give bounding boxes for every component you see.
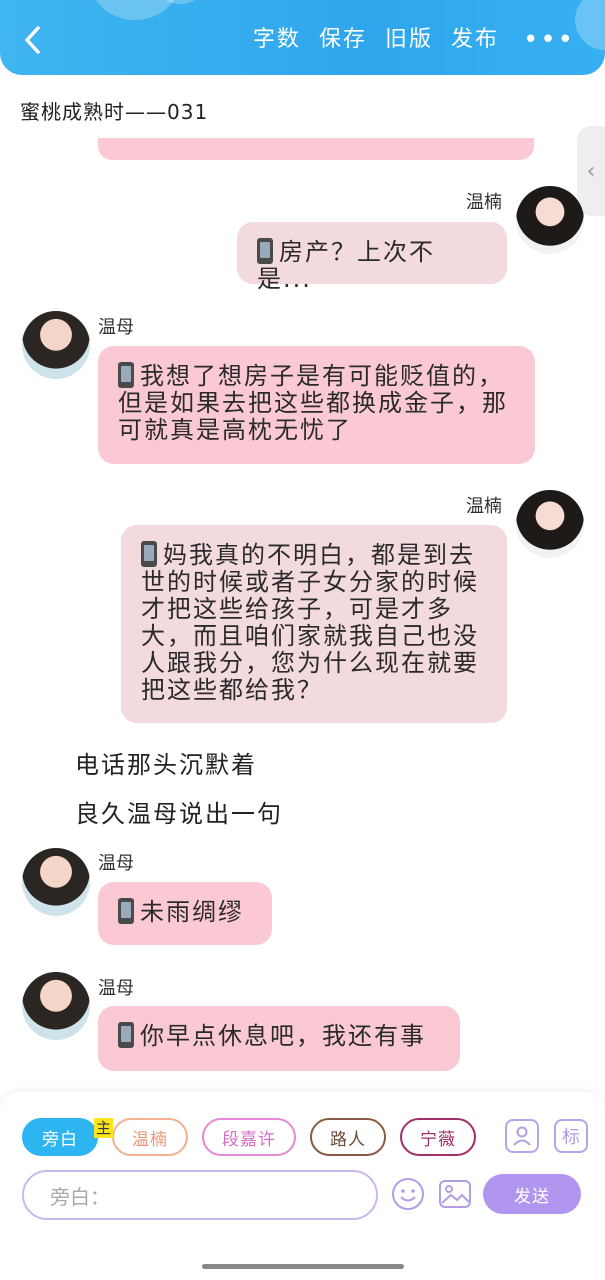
message-text: 房产？上次不是... (257, 238, 435, 293)
save-button[interactable]: 保存 (319, 24, 367, 56)
chevron-left-icon: ‹ (586, 158, 596, 184)
message-bubble[interactable]: 未雨绸缪 (98, 882, 272, 945)
narration-line[interactable]: 电话那头沉默着 (75, 745, 257, 780)
word-count-button[interactable]: 字数 (253, 24, 301, 56)
message-text: 未雨绸缪 (140, 898, 244, 926)
decor-bubble (575, 0, 605, 50)
smiley-icon (392, 1178, 424, 1210)
speaker-name: 温楠 (466, 192, 502, 213)
role-chip-label: 温楠 (132, 1129, 168, 1150)
narration-line[interactable]: 良久温母说出一句 (75, 794, 283, 829)
speaker-name: 温母 (98, 853, 134, 874)
message-bubble[interactable]: 妈我真的不明白，都是到去世的时候或者子女分家的时候才把这些给孩子，可是才多大，而… (121, 525, 507, 723)
phone-icon (141, 541, 157, 567)
avatar[interactable] (22, 311, 90, 379)
role-chip-label: 路人 (330, 1129, 366, 1150)
input-placeholder: 旁白： (50, 1184, 110, 1209)
main-character-badge: 主 (94, 1118, 114, 1138)
tag-icon-label: 标 (562, 1127, 580, 1148)
tag-icon[interactable]: 标 (554, 1119, 588, 1153)
message-bubble[interactable]: 我想了想房子是有可能贬值的，但是如果去把这些都换成金子，那可就真是高枕无忧了 (98, 346, 535, 464)
avatar[interactable] (22, 972, 90, 1040)
character-icon[interactable] (505, 1119, 539, 1153)
role-chip-passerby[interactable]: 路人 (310, 1118, 386, 1156)
image-icon[interactable] (437, 1176, 473, 1212)
publish-button[interactable]: 发布 (451, 24, 499, 56)
decor-bubble (90, 0, 180, 20)
old-version-button[interactable]: 旧版 (385, 24, 433, 56)
message-text: 妈我真的不明白，都是到去世的时候或者子女分家的时候才把这些给孩子，可是才多大，而… (141, 541, 479, 704)
role-chip-label: 段嘉许 (222, 1129, 276, 1150)
person-icon (513, 1126, 531, 1146)
phone-icon (118, 1022, 134, 1048)
emoji-icon[interactable] (390, 1176, 426, 1212)
top-bar: 字数 保存 旧版 发布 ••• (0, 0, 605, 75)
speaker-name: 温楠 (466, 496, 502, 517)
role-chip-wennan[interactable]: 温楠 (112, 1118, 188, 1156)
avatar[interactable] (516, 186, 584, 254)
avatar[interactable] (22, 848, 90, 916)
picture-icon (439, 1180, 471, 1208)
message-bubble[interactable]: 你早点休息吧，我还有事 (98, 1006, 460, 1071)
chevron-left-icon (25, 26, 40, 54)
home-indicator[interactable] (202, 1264, 404, 1269)
role-selector: 旁白 温楠 段嘉许 路人 宁薇 姜 (22, 1118, 488, 1156)
message-text: 你早点休息吧，我还有事 (140, 1022, 426, 1050)
message-text: 我想了想房子是有可能贬值的，但是如果去把这些都换成金子，那可就真是高枕无忧了 (118, 362, 508, 444)
header-actions: 字数 保存 旧版 发布 ••• (235, 24, 575, 56)
document-title: 蜜桃成熟时——031 (20, 100, 209, 124)
message-input[interactable]: 旁白： (22, 1170, 378, 1220)
speaker-name: 温母 (98, 978, 134, 999)
more-options-button[interactable]: ••• (523, 24, 575, 56)
speaker-name: 温母 (98, 317, 134, 338)
phone-icon (118, 898, 134, 924)
phone-icon (257, 238, 273, 264)
message-bubble[interactable]: 房产？上次不是... (237, 222, 507, 293)
role-chip-duanjiaxu[interactable]: 段嘉许 (202, 1118, 296, 1156)
role-chip-label: 宁薇 (420, 1129, 456, 1150)
back-button[interactable] (18, 22, 48, 58)
role-chip-narration[interactable]: 旁白 (22, 1118, 98, 1156)
role-chip-label: 旁白 (42, 1129, 78, 1150)
previous-message-bubble (98, 138, 534, 160)
role-chip-ningwei[interactable]: 宁薇 (400, 1118, 476, 1156)
send-button[interactable]: 发送 (483, 1174, 581, 1214)
avatar[interactable] (516, 490, 584, 558)
side-panel-handle[interactable]: ‹ (577, 126, 605, 216)
phone-icon (118, 362, 134, 388)
